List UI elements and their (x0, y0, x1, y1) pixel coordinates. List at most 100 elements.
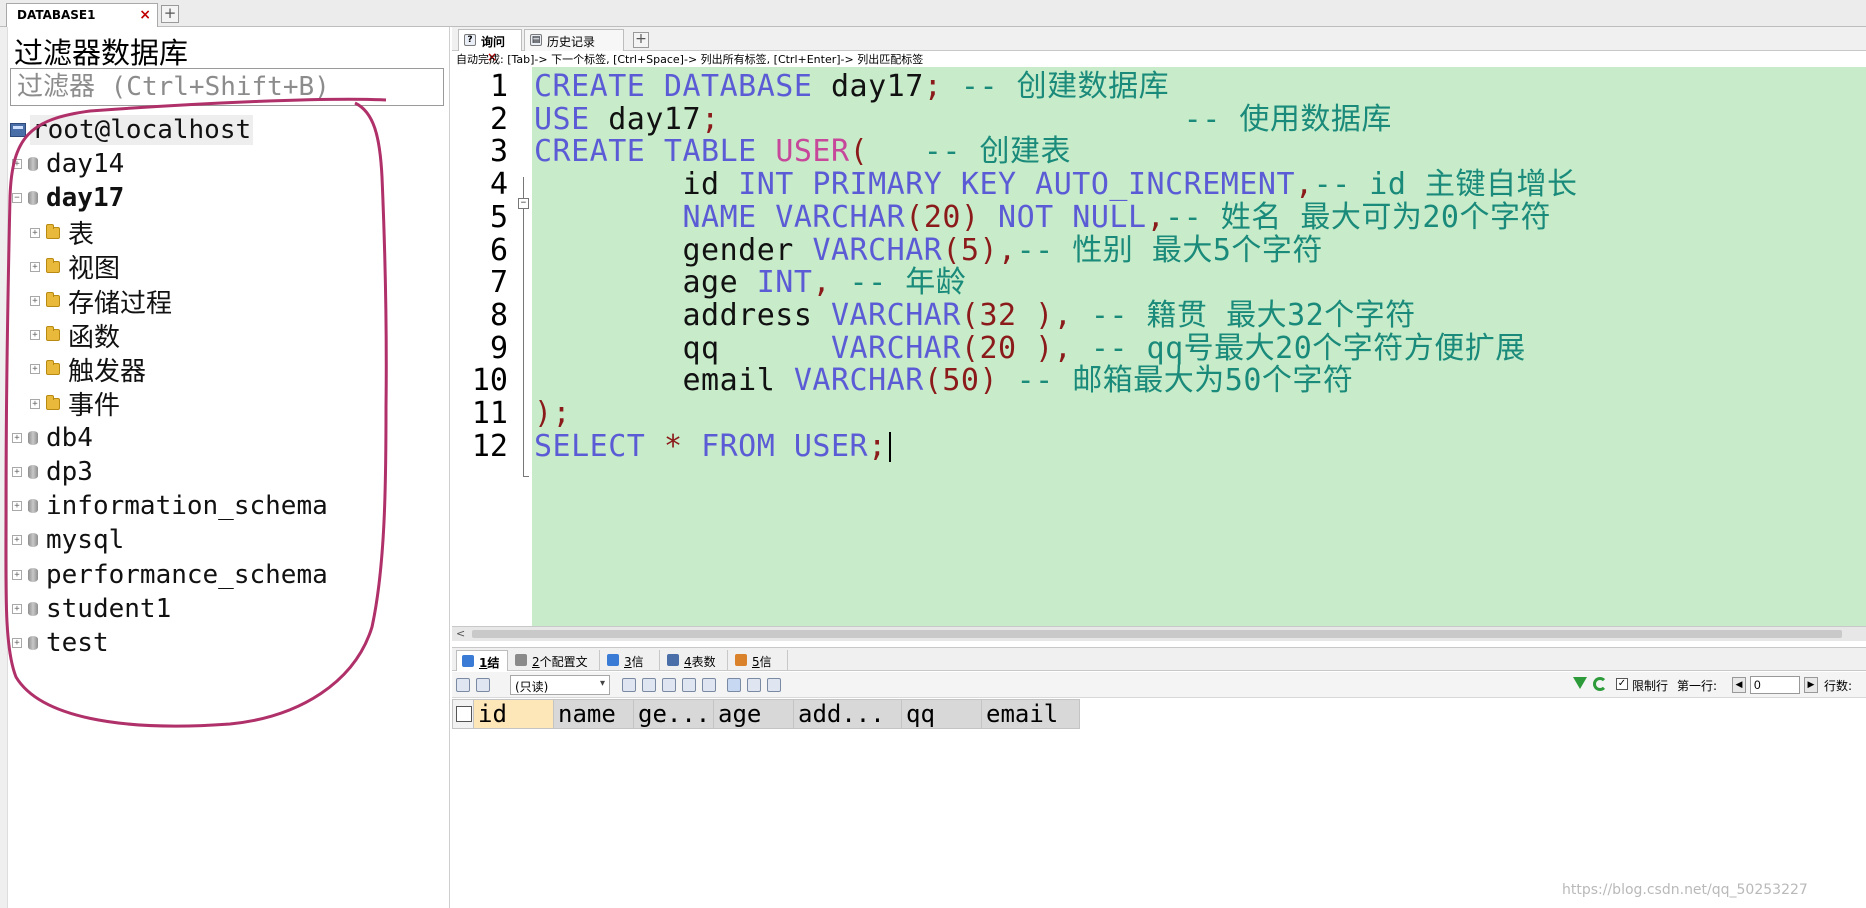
folder-icon (46, 360, 60, 376)
tree-item-label: 存储过程 (68, 288, 173, 319)
grid-column-header[interactable]: qq (902, 699, 982, 729)
result-tab[interactable]: 1结果 (456, 650, 508, 687)
tree-item[interactable]: + 触发器 (30, 352, 146, 387)
scroll-left-icon[interactable]: < (456, 627, 465, 640)
result-tab[interactable]: 2个配置文件 (510, 650, 600, 686)
tree-item[interactable]: + dp3 (12, 455, 93, 489)
folder-icon (46, 394, 60, 410)
add-query-tab-button[interactable]: + (633, 32, 649, 48)
expand-icon[interactable]: + (30, 261, 40, 272)
expand-icon[interactable]: + (30, 330, 40, 341)
readonly-select[interactable]: (只读) ▾ (510, 675, 610, 695)
expand-icon[interactable]: + (12, 569, 22, 580)
code-token: ) (979, 363, 999, 399)
delete-icon[interactable] (682, 678, 696, 692)
form-view-icon[interactable] (747, 678, 761, 692)
grid-column-header[interactable]: id (474, 699, 554, 729)
expand-icon[interactable]: + (30, 364, 40, 375)
grid-column-header[interactable]: ge... (634, 699, 714, 729)
code-token: ( (923, 363, 943, 399)
export-icon[interactable] (456, 678, 470, 692)
add-tab-button[interactable]: + (161, 5, 179, 23)
result-tab[interactable]: 5信息 (730, 650, 788, 686)
next-page-button[interactable]: ▶ (1804, 677, 1818, 693)
fold-toggle-icon[interactable]: − (518, 198, 529, 209)
tree-item[interactable]: + 存储过程 (30, 284, 173, 319)
filter-input[interactable] (10, 68, 444, 106)
code-token: -- 邮箱最大为50个字符 (998, 363, 1354, 399)
select-all-checkbox[interactable] (452, 699, 474, 729)
expand-icon[interactable]: + (12, 159, 22, 170)
grid-column-header[interactable]: name (554, 699, 634, 729)
expand-icon[interactable]: + (30, 398, 40, 409)
result-grid[interactable]: id name ge... age add... qq email https://blog… (452, 699, 1866, 908)
expand-icon[interactable]: + (12, 535, 22, 546)
expand-icon[interactable]: + (12, 501, 22, 512)
limit-rows-checkbox[interactable]: ✓ (1616, 678, 1628, 690)
tab-database1[interactable]: DATABASE1 × (6, 3, 158, 27)
tree-item[interactable]: + student1 (12, 592, 171, 626)
line-number-gutter: 1 2 3 4 5 6 7 8 9 10 11 12 (452, 67, 530, 626)
fold-guide-end (523, 476, 529, 477)
text-view-icon[interactable] (767, 678, 781, 692)
tree-root-connection[interactable]: root@localhost (10, 113, 254, 147)
limit-rows-label: 限制行 (1632, 679, 1669, 693)
grid-column-header[interactable]: add... (794, 699, 902, 729)
duplicate-icon[interactable] (642, 678, 656, 692)
query-icon: ? (464, 34, 476, 46)
import-icon[interactable] (476, 678, 490, 692)
expand-icon[interactable]: + (12, 638, 22, 648)
code-line: email VARCHAR(50) -- 邮箱最大为50个字符 (534, 361, 1353, 400)
code-token: -- 性别 最大5个字符 (1016, 232, 1323, 268)
grid-column-header[interactable]: email (982, 699, 1080, 729)
readonly-value: (只读) (515, 680, 549, 694)
code-token: SELECT (534, 428, 664, 464)
tree-item[interactable]: + test (12, 626, 109, 660)
expand-icon[interactable]: + (30, 296, 40, 306)
save-icon[interactable] (662, 678, 676, 692)
result-tab[interactable]: 3信息 (602, 650, 660, 686)
folder-icon (46, 223, 60, 239)
tab-query[interactable]: ? 询问 × (458, 29, 522, 64)
tab-database1-label: DATABASE1 (17, 8, 96, 22)
tree-item[interactable]: + performance_schema (12, 558, 328, 592)
collapse-icon[interactable]: − (12, 193, 22, 204)
server-icon (10, 123, 26, 137)
tree-item[interactable]: + 函数 (30, 318, 120, 353)
result-tab[interactable]: 4表数据 (662, 650, 728, 686)
copy-row-icon[interactable] (622, 678, 636, 692)
tree-item[interactable]: + day14 (12, 147, 124, 181)
grid-column-header[interactable]: age (714, 699, 794, 729)
close-icon[interactable]: × (139, 7, 151, 23)
tree-item[interactable]: + db4 (12, 421, 93, 455)
tree-item[interactable]: + information_schema (12, 489, 328, 523)
expand-icon[interactable]: + (12, 603, 22, 614)
watermark: https://blog.csdn.net/qq_50253227 (1562, 882, 1808, 898)
tree-item[interactable]: + 表 (30, 216, 94, 250)
sql-editor[interactable]: 1 2 3 4 5 6 7 8 9 10 11 12 − CREATE DATABASE day17;… (452, 67, 1866, 626)
database-icon (28, 465, 38, 479)
previous-page-button[interactable]: ◀ (1732, 677, 1746, 693)
database-icon (28, 430, 38, 445)
tree-item[interactable]: + mysql (12, 523, 124, 557)
grid-view-icon[interactable] (727, 678, 741, 692)
horizontal-scrollbar[interactable]: < (452, 626, 1866, 641)
code-area[interactable]: CREATE DATABASE day17; -- 创建数据库 USE day17… (532, 67, 1866, 626)
first-row-input[interactable] (1750, 676, 1800, 694)
database-icon (28, 567, 38, 582)
scrollbar-thumb[interactable] (472, 630, 1842, 638)
filter-icon[interactable] (1573, 677, 1587, 689)
tab-history[interactable]: ▤ 历史记录 (524, 29, 624, 51)
tree-item-label: dp3 (46, 457, 93, 487)
expand-icon[interactable]: + (12, 432, 22, 443)
database-icon (28, 533, 38, 548)
expand-icon[interactable]: + (12, 467, 22, 477)
result-tab-number: 3 (624, 655, 632, 669)
tree-item[interactable]: + 视图 (30, 250, 120, 284)
refresh-icon[interactable] (1593, 677, 1607, 691)
tree-item[interactable]: − day17 (12, 181, 124, 215)
expand-icon[interactable]: + (30, 227, 40, 238)
cancel-changes-icon[interactable] (702, 678, 716, 692)
tree-item[interactable]: + 事件 (30, 387, 120, 421)
code-token: VARCHAR (793, 363, 924, 399)
